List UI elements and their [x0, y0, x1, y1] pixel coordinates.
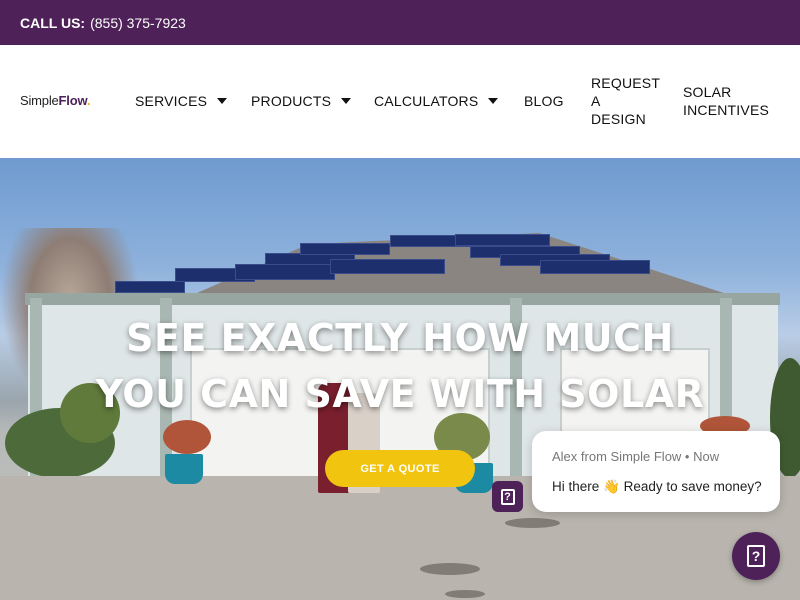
chat-sender: Alex from Simple Flow • Now	[552, 449, 720, 464]
nav-products-label: PRODUCTS	[251, 93, 332, 109]
nav-blog[interactable]: BLOG	[524, 92, 564, 110]
nav-request-design[interactable]: REQUEST A DESIGN	[591, 74, 671, 128]
hero-section: SEE EXACTLY HOW MUCH YOU CAN SAVE WITH S…	[0, 158, 800, 600]
plant-pot-image	[165, 454, 203, 484]
site-header: SimpleFlow. SERVICES PRODUCTS CALCULATOR…	[0, 45, 800, 158]
house-trim-image	[25, 293, 780, 305]
hero-title-line2: YOU CAN SAVE WITH SOLAR	[95, 372, 705, 416]
question-mark-icon: ?	[500, 488, 515, 505]
chat-message-text: Hi there 👋 Ready to save money?	[552, 479, 762, 494]
solar-panel-image	[235, 264, 335, 280]
logo-text-simple: Simple	[20, 93, 59, 108]
plant-image	[163, 420, 211, 454]
nav-request-design-line3: DESIGN	[591, 111, 646, 127]
logo-dot: .	[86, 93, 91, 108]
chat-launcher-button[interactable]: ?	[732, 532, 780, 580]
get-quote-button[interactable]: GET A QUOTE	[325, 450, 475, 487]
caret-down-icon	[488, 98, 499, 104]
solar-panel-image	[300, 243, 390, 255]
solar-panel-image	[115, 281, 185, 293]
caret-down-icon	[341, 98, 352, 104]
call-us-label: CALL US:	[20, 14, 86, 31]
chat-avatar-button[interactable]: ?	[492, 481, 523, 512]
caret-down-icon	[217, 98, 228, 104]
nav-services[interactable]: SERVICES	[135, 92, 228, 110]
nav-services-label: SERVICES	[135, 93, 208, 109]
hero-title-line1: SEE EXACTLY HOW MUCH	[126, 316, 674, 360]
nav-request-design-line1: REQUEST	[591, 75, 661, 91]
phone-link[interactable]: (855) 375-7923	[90, 15, 186, 31]
solar-panel-image	[540, 260, 650, 274]
nav-request-design-line2: A	[591, 93, 601, 109]
logo[interactable]: SimpleFlow.	[20, 93, 91, 108]
nav-blog-label: BLOG	[524, 93, 564, 109]
nav-calculators[interactable]: CALCULATORS	[374, 92, 499, 110]
hero-title: SEE EXACTLY HOW MUCH YOU CAN SAVE WITH S…	[0, 310, 800, 422]
chat-message-bubble[interactable]: Alex from Simple Flow • Now Hi there 👋 R…	[532, 431, 780, 512]
nav-solar-incentives-line2: INCENTIVES	[683, 102, 770, 118]
solar-panel-image	[330, 259, 445, 274]
nav-solar-incentives-line1: SOLAR	[683, 84, 732, 100]
logo-text-flow: Flow	[58, 93, 88, 108]
nav-solar-incentives[interactable]: SOLAR INCENTIVES	[683, 83, 783, 119]
solar-panel-image	[455, 234, 550, 246]
top-bar: CALL US: (855) 375-7923	[0, 0, 800, 45]
question-mark-icon: ?	[747, 545, 765, 567]
driveway-stain-image	[505, 518, 560, 528]
nav-products[interactable]: PRODUCTS	[251, 92, 352, 110]
driveway-stain-image	[445, 590, 485, 598]
nav-calculators-label: CALCULATORS	[374, 93, 479, 109]
driveway-stain-image	[420, 563, 480, 575]
